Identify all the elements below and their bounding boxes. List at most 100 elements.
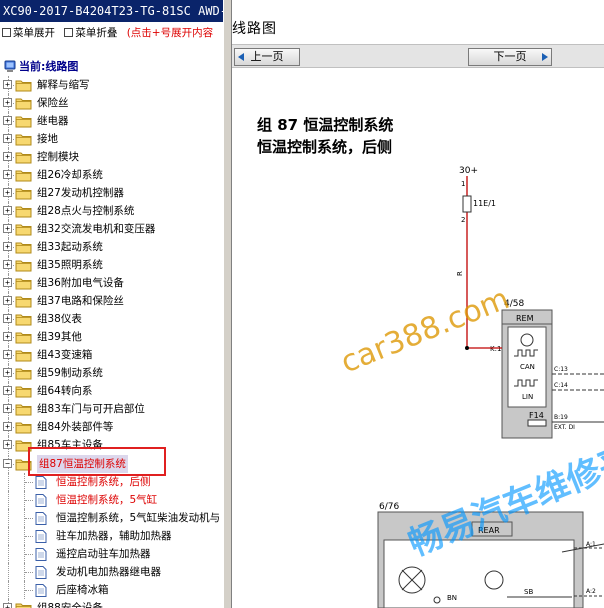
lin-label: LIN: [522, 393, 533, 401]
lin-signal-icon: [514, 379, 538, 387]
tree-item-label: 组33起动系统: [37, 241, 103, 253]
tree-item-label: 组83车门与可开启部位: [37, 403, 145, 415]
tree-line: [8, 563, 9, 581]
expand-icon[interactable]: +: [3, 278, 12, 287]
connector-1-label: 4/58: [504, 299, 524, 309]
folder-icon: [15, 314, 32, 326]
f14-label: F14: [529, 411, 544, 420]
page-nav-bar: 上一页 下一页: [232, 44, 604, 68]
expand-icon[interactable]: +: [3, 116, 12, 125]
tree-subitem-label: 遥控启动驻车加热器: [56, 548, 151, 560]
expand-icon[interactable]: +: [3, 386, 12, 395]
expand-icon[interactable]: +: [3, 404, 12, 413]
menu-icon: [2, 27, 11, 37]
tree-item-label: 继电器: [37, 115, 69, 127]
folder-icon: [15, 386, 32, 398]
folder-icon: [15, 152, 32, 164]
expand-icon[interactable]: +: [3, 224, 12, 233]
connector-2-label: 6/76: [379, 502, 399, 512]
tree-item-label: 组88安全设备: [37, 602, 103, 608]
expand-icon[interactable]: +: [3, 332, 12, 341]
folder-icon: [15, 332, 32, 344]
tree-item-label: 控制模块: [37, 151, 79, 163]
expand-icon[interactable]: +: [3, 422, 12, 431]
tree-line: [25, 554, 33, 555]
folder-icon: [15, 170, 32, 182]
pane-splitter[interactable]: [223, 0, 232, 608]
document-icon: [35, 548, 47, 561]
collapse-menu-button[interactable]: 菜单折叠: [64, 27, 117, 39]
document-title-line1: 组 87 恒温控制系统: [257, 116, 394, 134]
tree-line: [25, 500, 33, 501]
document-icon: [35, 530, 47, 543]
sb-label: SB: [524, 588, 533, 596]
pin-a2-label: A:2: [586, 588, 596, 595]
expand-icon[interactable]: +: [3, 314, 12, 323]
tree-line: [8, 491, 9, 509]
expand-menu-button[interactable]: 菜单展开: [2, 27, 55, 39]
expand-icon[interactable]: +: [3, 440, 12, 449]
prev-page-button[interactable]: 上一页: [234, 48, 300, 66]
viewer-title: 线路图: [232, 21, 277, 37]
wire-color-label: R: [456, 271, 464, 276]
tree-item-label: 组36附加电气设备: [37, 277, 124, 289]
expand-icon[interactable]: +: [3, 242, 12, 251]
fuse-symbol: [462, 195, 472, 213]
tree-subitem-label: 发动机电加热器继电器: [56, 566, 161, 578]
expand-icon[interactable]: +: [3, 134, 12, 143]
expand-icon[interactable]: +: [3, 206, 12, 215]
next-page-label: 下一页: [493, 50, 527, 63]
document-title: 组 87 恒温控制系统 恒温控制系统，后侧: [257, 114, 393, 158]
next-page-button[interactable]: 下一页: [468, 48, 552, 66]
arrow-left-icon: [238, 53, 244, 61]
folder-icon: [15, 278, 32, 290]
folder-icon: [15, 98, 32, 110]
tree-item-label: 组37电路和保险丝: [37, 295, 124, 307]
pin-a1-label: A:1: [586, 541, 596, 548]
tree-item-label: 组39其他: [37, 331, 82, 343]
tree-item-label: 解释与缩写: [37, 79, 90, 91]
tree-line: [25, 590, 33, 591]
expand-icon[interactable]: +: [3, 350, 12, 359]
current-location[interactable]: 当前:线路图: [4, 58, 78, 76]
rear-label: REAR: [478, 526, 500, 535]
rear-inner: [383, 539, 575, 608]
tree-item-label: 组59制动系统: [37, 367, 103, 379]
collapse-label: 菜单折叠: [75, 27, 118, 39]
expand-icon[interactable]: +: [3, 260, 12, 269]
document-icon: [35, 476, 47, 489]
ext-label: EXT. DI: [554, 424, 575, 431]
expand-icon[interactable]: +: [3, 98, 12, 107]
document-icon: [35, 566, 47, 579]
expand-icon[interactable]: +: [3, 80, 12, 89]
selection-highlight-box: [28, 447, 166, 476]
tree-item-label: 组84外装部件等: [37, 421, 114, 433]
tree-line: [25, 482, 33, 483]
folder-icon: [15, 603, 32, 608]
tree-pane: XC90-2017-B4204T23-TG-81SC AWD- 菜单展开 菜单折…: [0, 0, 223, 608]
toolbar-hint: (点击+号展开内容: [126, 27, 214, 39]
tree-item-label: 保险丝: [37, 97, 69, 109]
expand-icon[interactable]: +: [3, 368, 12, 377]
tree-item-label: 组38仪表: [37, 313, 82, 325]
folder-icon: [15, 422, 32, 434]
tree-item-label: 接地: [37, 133, 58, 145]
tree-item-label: 组64转向系: [37, 385, 93, 397]
supply-label: 30+: [459, 166, 478, 176]
expand-icon[interactable]: +: [3, 152, 12, 161]
folder-icon: [15, 116, 32, 128]
folder-icon: [15, 134, 32, 146]
tree-subitem-label: 驻车加热器，辅助加热器: [56, 530, 172, 542]
current-label: 当前:线路图: [19, 60, 79, 73]
document-icon: [35, 512, 47, 525]
tree-item-label: 组43变速箱: [37, 349, 93, 361]
expand-icon[interactable]: +: [3, 603, 12, 608]
pin-c13-label: C:13: [554, 366, 568, 373]
expand-icon[interactable]: +: [3, 170, 12, 179]
folder-icon: [15, 80, 32, 92]
fuse-label: 11E/1: [473, 199, 496, 208]
expand-icon[interactable]: +: [3, 188, 12, 197]
expand-icon[interactable]: +: [3, 296, 12, 305]
collapse-icon[interactable]: −: [3, 459, 12, 468]
tree-item-label: 组35照明系统: [37, 259, 103, 271]
